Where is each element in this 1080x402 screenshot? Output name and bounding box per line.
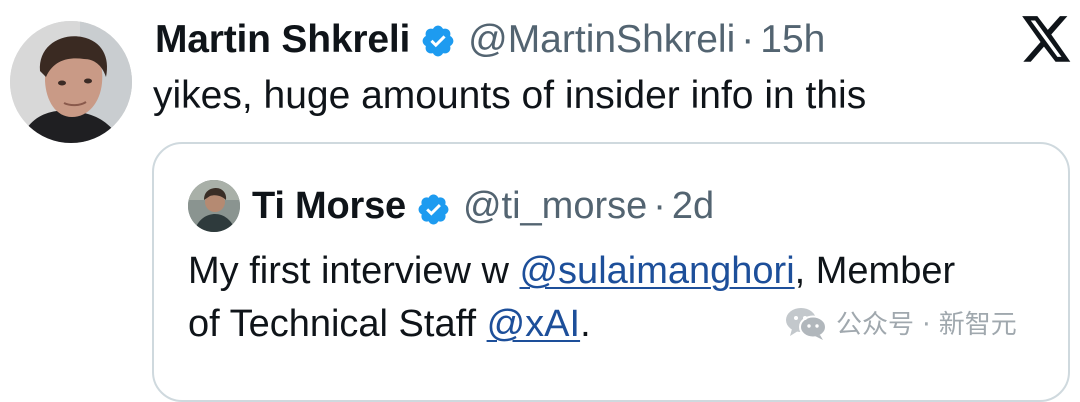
watermark-text: 公众号 · 新智元 (836, 310, 1017, 340)
verified-badge-icon[interactable] (416, 189, 451, 224)
author-handle[interactable]: @MartinShkreli (468, 15, 735, 65)
quoted-author-handle[interactable]: @ti_morse (463, 180, 647, 232)
wechat-icon (784, 305, 828, 341)
mention-link[interactable]: @sulaimanghori (519, 250, 794, 292)
verified-badge-icon[interactable] (420, 22, 456, 58)
separator-dot: · (741, 18, 755, 61)
x-logo-icon (1022, 16, 1072, 62)
tweet-text: yikes, huge amounts of insider info in t… (153, 74, 867, 117)
quoted-author-name[interactable]: Ti Morse (252, 180, 406, 232)
mention-link[interactable]: @xAI (487, 303, 580, 345)
author-name[interactable]: Martin Shkreli (155, 15, 410, 65)
quoted-text-part: , Member (794, 250, 956, 292)
quoted-author-avatar[interactable] (188, 180, 240, 232)
separator-dot: · (653, 185, 666, 227)
quoted-tweet-line-1: My first interview w @sulaimanghori, Mem… (188, 245, 1058, 298)
watermark: 公众号 · 新智元 (784, 304, 1017, 341)
quoted-text-part: . (580, 303, 591, 345)
quoted-tweet-header: Ti Morse @ti_morse · 2d (252, 180, 714, 232)
quoted-tweet-timestamp[interactable]: 2d (672, 180, 714, 232)
tweet-timestamp[interactable]: 15h (760, 15, 825, 65)
quoted-text-part: of Technical Staff (188, 303, 487, 345)
quoted-text-part: My first interview w (188, 250, 520, 292)
author-avatar[interactable] (10, 21, 132, 143)
tweet-header: Martin Shkreli @MartinShkreli · 15h (155, 15, 825, 65)
